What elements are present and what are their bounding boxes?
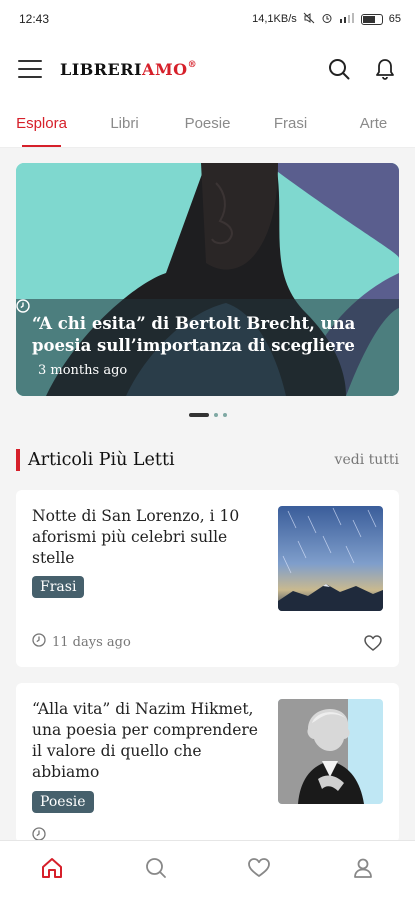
featured-article-card[interactable]: “A chi esita” di Bertolt Brecht, una poe… [16, 163, 399, 396]
app-header: LIBRERIAMO® [0, 38, 415, 100]
article-card[interactable]: Notte di San Lorenzo, i 10 aforismi più … [16, 490, 399, 667]
hero-time: 3 months ago [38, 363, 128, 378]
article-title: “Alla vita” di Nazim Hikmet, una poesia … [32, 700, 258, 781]
article-title: Notte di San Lorenzo, i 10 aforismi più … [32, 507, 240, 567]
carousel-indicator [0, 413, 415, 417]
article-meta: 11 days ago [32, 633, 131, 651]
tab-poesie[interactable]: Poesie [166, 100, 249, 147]
article-time: 11 days ago [52, 634, 131, 650]
most-read-section-header: Articoli Più Letti vedi tutti [16, 446, 399, 474]
status-bar: 12:43 14,1KB/s 65 [0, 0, 415, 38]
tab-libri[interactable]: Libri [83, 100, 166, 147]
signal-icon [339, 12, 355, 26]
article-thumbnail [278, 699, 383, 804]
nav-search[interactable] [104, 841, 208, 900]
carousel-dot-3[interactable] [222, 413, 227, 417]
app-logo[interactable]: LIBRERIAMO® [60, 60, 197, 79]
section-title: Articoli Più Letti [28, 450, 175, 470]
tab-frasi[interactable]: Frasi [249, 100, 332, 147]
search-icon[interactable] [327, 57, 351, 81]
clock-icon [32, 633, 46, 651]
article-tag[interactable]: Frasi [32, 576, 85, 598]
status-time: 12:43 [19, 12, 50, 26]
alarm-icon [321, 12, 333, 27]
hero-title: “A chi esita” di Bertolt Brecht, una poe… [32, 314, 356, 355]
network-speed: 14,1KB/s [252, 13, 297, 25]
carousel-dot-2[interactable] [213, 413, 218, 417]
mute-icon [303, 12, 315, 27]
category-tabs: Esplora Libri Poesie Frasi Arte [0, 100, 415, 148]
hero-meta: 3 months ago [16, 299, 383, 378]
bell-icon[interactable] [373, 57, 397, 81]
article-tag[interactable]: Poesie [32, 791, 94, 813]
status-indicators: 14,1KB/s 65 [252, 12, 401, 27]
search-icon [144, 856, 168, 885]
article-thumbnail [278, 506, 383, 611]
hamburger-menu-icon[interactable] [18, 60, 42, 78]
carousel-dot-1[interactable] [188, 413, 209, 417]
home-icon [40, 856, 64, 885]
nav-favorites[interactable] [208, 841, 312, 900]
tab-arte[interactable]: Arte [332, 100, 415, 147]
user-icon [351, 856, 375, 885]
section-accent-bar [16, 449, 20, 471]
nav-home[interactable] [0, 841, 104, 900]
bottom-navigation [0, 840, 415, 900]
battery-icon [360, 13, 383, 25]
article-card[interactable]: “Alla vita” di Nazim Hikmet, una poesia … [16, 683, 399, 843]
hero-caption: “A chi esita” di Bertolt Brecht, una poe… [16, 299, 399, 396]
tab-esplora[interactable]: Esplora [0, 100, 83, 147]
see-all-link[interactable]: vedi tutti [335, 452, 399, 468]
heart-icon [247, 856, 271, 885]
nav-profile[interactable] [311, 841, 415, 900]
favorite-heart-icon[interactable] [363, 633, 383, 653]
battery-level: 65 [388, 13, 401, 25]
